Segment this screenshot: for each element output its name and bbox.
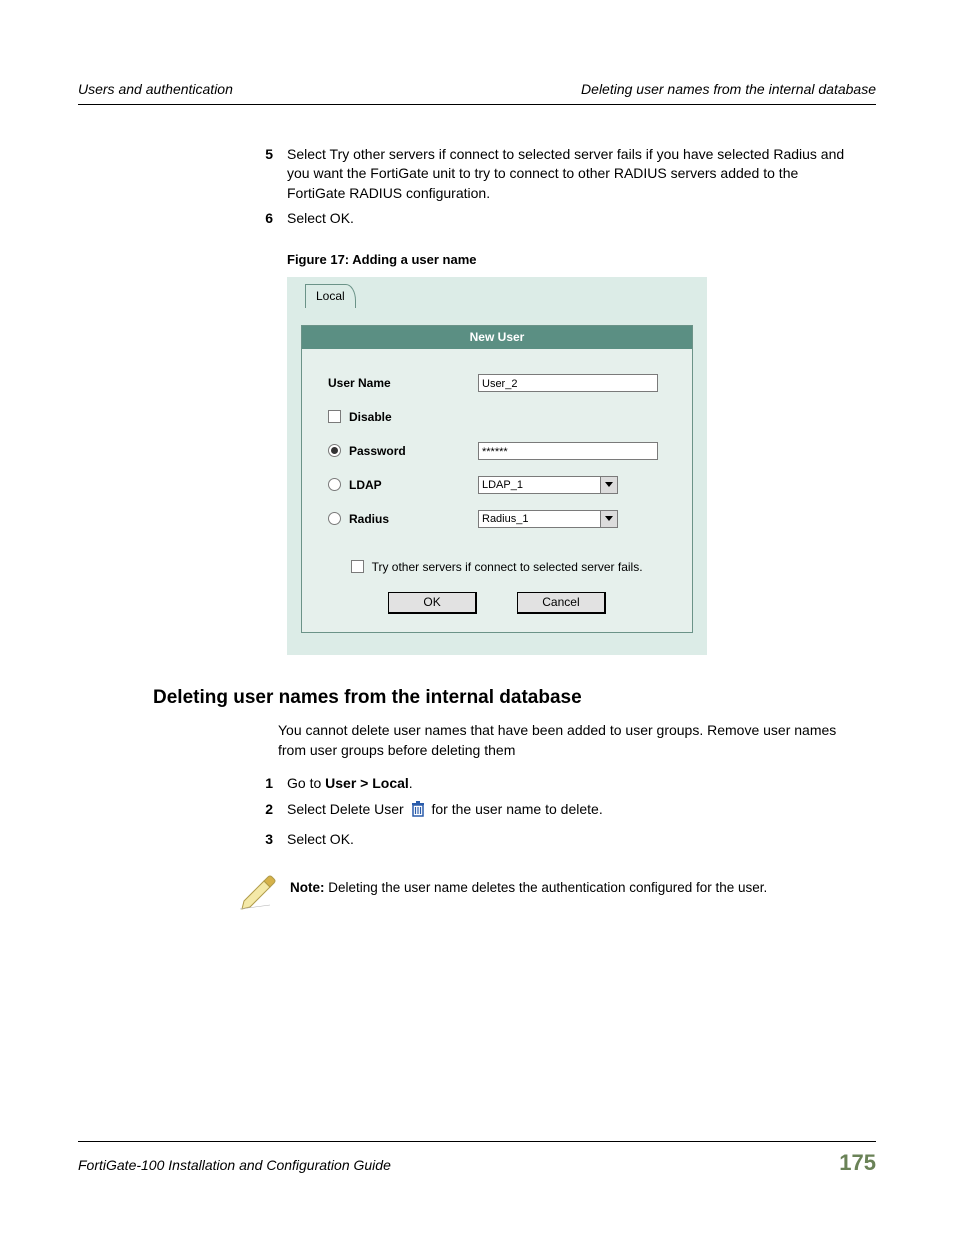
section-heading: Deleting user names from the internal da… [153, 685, 876, 712]
try-other-checkbox[interactable] [351, 560, 364, 573]
ok-button[interactable]: OK [388, 592, 477, 614]
del-step-1-text: Go to User > Local. [287, 774, 853, 794]
row-username: User Name User_2 [328, 369, 672, 397]
chevron-down-icon[interactable] [600, 510, 618, 528]
note-icon [238, 873, 278, 911]
chevron-down-icon[interactable] [600, 476, 618, 494]
note-text: Note: Deleting the user name deletes the… [290, 873, 767, 898]
del-step-3-number: 3 [243, 830, 287, 850]
step-5: 5 Select Try other servers if connect to… [243, 145, 853, 204]
page-header: Users and authentication Deleting user n… [78, 80, 876, 100]
footer-rule [78, 1141, 876, 1142]
username-input[interactable]: User_2 [478, 374, 658, 392]
del-step-3-text: Select OK. [287, 830, 853, 850]
step-6: 6 Select OK. [243, 209, 853, 229]
page-footer: FortiGate-100 Installation and Configura… [78, 1141, 876, 1179]
del-step-2: 2 Select Delete User for the user name t… [243, 800, 853, 824]
ldap-radio[interactable] [328, 478, 341, 491]
cancel-button[interactable]: Cancel [517, 592, 606, 614]
tab-row: Local [287, 277, 707, 315]
ldap-select-value: LDAP_1 [478, 476, 600, 494]
button-row: OK Cancel [302, 592, 692, 614]
del-step-1: 1 Go to User > Local. [243, 774, 853, 794]
new-user-panel: New User User Name User_2 Disable [301, 325, 693, 632]
username-label: User Name [328, 375, 478, 392]
trash-icon [410, 800, 426, 824]
del-step-3: 3 Select OK. [243, 830, 853, 850]
row-radius: Radius Radius_1 [328, 505, 672, 533]
try-other-label: Try other servers if connect to selected… [372, 560, 643, 574]
step-5-text: Select Try other servers if connect to s… [287, 145, 853, 204]
figure-caption: Figure 17: Adding a user name [287, 251, 853, 269]
password-input[interactable]: ****** [478, 442, 658, 460]
disable-checkbox[interactable] [328, 410, 341, 423]
header-left: Users and authentication [78, 80, 233, 100]
note-row: Note: Deleting the user name deletes the… [238, 873, 858, 911]
step-6-number: 6 [243, 209, 287, 229]
radius-radio[interactable] [328, 512, 341, 525]
radius-select[interactable]: Radius_1 [478, 510, 618, 528]
header-rule [78, 104, 876, 105]
del-step-2-text: Select Delete User for the user name to … [287, 800, 853, 824]
figure-new-user: Local New User User Name User_2 Disable [287, 277, 707, 654]
header-right: Deleting user names from the internal da… [581, 80, 876, 100]
radius-label: Radius [349, 511, 389, 528]
radius-select-value: Radius_1 [478, 510, 600, 528]
footer-title: FortiGate-100 Installation and Configura… [78, 1156, 391, 1176]
tab-local[interactable]: Local [305, 284, 356, 308]
del-step-2-number: 2 [243, 800, 287, 824]
page-number: 175 [839, 1148, 876, 1179]
try-other-row: Try other servers if connect to selected… [302, 559, 692, 576]
row-password: Password ****** [328, 437, 672, 465]
disable-label: Disable [349, 409, 392, 426]
step-5-number: 5 [243, 145, 287, 204]
del-step-1-number: 1 [243, 774, 287, 794]
ldap-label: LDAP [349, 477, 382, 494]
step-6-text: Select OK. [287, 209, 853, 229]
password-radio[interactable] [328, 444, 341, 457]
row-disable: Disable [328, 403, 672, 431]
password-label: Password [349, 443, 406, 460]
panel-title: New User [302, 326, 692, 349]
row-ldap: LDAP LDAP_1 [328, 471, 672, 499]
ldap-select[interactable]: LDAP_1 [478, 476, 618, 494]
section-intro: You cannot delete user names that have b… [278, 721, 853, 760]
